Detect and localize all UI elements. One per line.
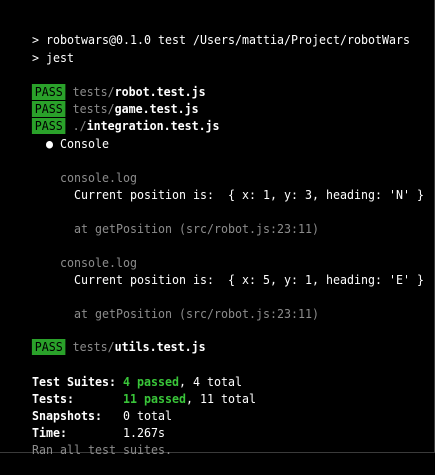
console-log-label: console.log xyxy=(32,152,137,185)
console-header-text: ● Console xyxy=(46,136,109,151)
console-log-location-text: at getPosition (src/robot.js:23:11) xyxy=(74,221,319,236)
summary-time: Time: 1.267s xyxy=(4,407,165,440)
test-result-row: PASS tests/game.test.js xyxy=(4,83,199,117)
console-log-message-text: Current position is: { x: 5, y: 1, headi… xyxy=(74,272,424,287)
test-result-row: PASS tests/utils.test.js xyxy=(4,321,206,355)
summary-snapshots: Snapshots: 0 total xyxy=(4,390,172,423)
prompt-line-npm: > robotwars@0.1.0 test /Users/mattia/Pro… xyxy=(4,14,410,47)
console-log-location: at getPosition (src/robot.js:23:11) xyxy=(46,203,319,236)
summary-suites: Test Suites: 4 passed, 4 total xyxy=(4,356,242,389)
prompt-line-jest: > jest xyxy=(4,32,74,65)
summary-footer: Ran all test suites. xyxy=(4,424,172,457)
summary-footer-text: Ran all test suites. xyxy=(32,442,172,457)
test-file-name: utils.test.js xyxy=(114,339,206,354)
console-log-location-text: at getPosition (src/robot.js:23:11) xyxy=(74,306,319,321)
pass-badge: PASS xyxy=(32,339,66,355)
console-log-location: at getPosition (src/robot.js:23:11) xyxy=(46,288,319,321)
prompt-text: > jest xyxy=(32,50,74,65)
summary-tests-total: , 11 total xyxy=(185,391,256,406)
console-log-label: console.log xyxy=(32,237,137,270)
console-log-message: Current position is: { x: 1, y: 3, headi… xyxy=(46,169,424,202)
terminal-window[interactable]: > robotwars@0.1.0 test /Users/mattia/Pro… xyxy=(0,0,435,457)
test-result-row: PASS tests/robot.test.js xyxy=(4,66,206,100)
console-log-message: Current position is: { x: 5, y: 1, headi… xyxy=(46,254,424,287)
console-header: ● Console xyxy=(18,118,109,151)
test-result-row: PASS ./integration.test.js xyxy=(4,100,220,134)
console-log-message-text: Current position is: { x: 1, y: 3, headi… xyxy=(74,187,424,202)
test-file-dir: tests/ xyxy=(72,339,115,354)
summary-tests: Tests: 11 passed, 11 total xyxy=(4,373,256,406)
prompt-text: > robotwars@0.1.0 test /Users/mattia/Pro… xyxy=(32,32,410,47)
